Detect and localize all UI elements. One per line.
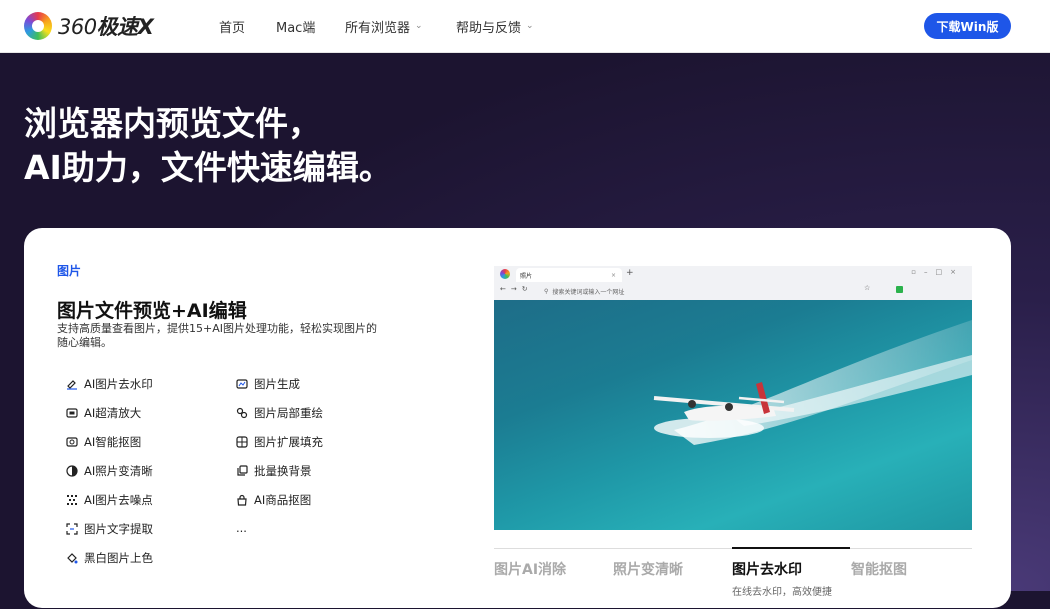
feature-label: AI照片变清晰: [84, 464, 153, 478]
nav-item-label: 所有浏览器: [345, 20, 411, 36]
expand-icon: [236, 436, 248, 448]
logo-text: 360极速X: [58, 11, 154, 41]
feature-label: 黑白图片上色: [84, 551, 153, 565]
nav-item-help-feedback[interactable]: 帮助与反馈 ⌄: [456, 0, 534, 52]
feature-label: AI智能抠图: [84, 435, 142, 449]
eraser-icon: [66, 378, 78, 390]
feature-item: AI商品抠图: [236, 492, 311, 508]
brand-logo[interactable]: 360极速X: [24, 11, 154, 41]
tab-photo-sharpen[interactable]: 照片变清晰: [613, 559, 683, 579]
feature-label: 图片生成: [254, 377, 300, 391]
preview-browser-chrome: 照片 × + ▫–□× ←→↻ ⚲ 搜索关键词或输入一个网址 ☆: [494, 266, 972, 301]
top-navigation-bar: 360极速X 首页 Mac端 所有浏览器 ⌄ 帮助与反馈 ⌄ 下载Win版: [0, 0, 1050, 52]
background-icon: [236, 465, 248, 477]
feature-label: 批量换背景: [254, 464, 312, 478]
seaplane-illustration: [653, 320, 972, 445]
download-win-button[interactable]: 下载Win版: [924, 13, 1011, 39]
star-icon: ☆: [864, 284, 871, 292]
tab-remove-watermark[interactable]: 图片去水印: [732, 559, 802, 579]
close-icon: ×: [610, 271, 616, 279]
preview-address-bar: ⚲ 搜索关键词或输入一个网址: [544, 285, 864, 297]
preview-tab-title: 照片: [520, 272, 533, 280]
image-gen-icon: [236, 378, 248, 390]
tab-ai-erase[interactable]: 图片AI消除: [494, 559, 566, 579]
logo-text-bold: 极速X: [96, 15, 154, 39]
bag-icon: [236, 494, 248, 506]
category-tag: 图片: [57, 264, 82, 278]
preview-logo-icon: [500, 269, 510, 279]
feature-label: 图片扩展填充: [254, 435, 323, 449]
nav-item-label: Mac端: [276, 20, 316, 36]
feature-item: 图片生成: [236, 376, 300, 392]
logo-ring-icon: [24, 12, 52, 40]
seaplane-photo: [494, 300, 972, 530]
feature-label: AI超清放大: [84, 406, 142, 420]
text-scan-icon: [66, 523, 78, 535]
noise-icon: [66, 494, 78, 506]
feature-item: AI超清放大: [66, 405, 141, 421]
feature-label: ...: [236, 521, 247, 535]
window-controls: ▫–□×: [911, 268, 964, 276]
browser-preview-image: 照片 × + ▫–□× ←→↻ ⚲ 搜索关键词或输入一个网址 ☆: [494, 266, 972, 530]
extension-icon: [896, 286, 903, 293]
card-title: 图片文件预览+AI编辑: [57, 300, 247, 322]
contrast-icon: [66, 465, 78, 477]
preview-address-placeholder: 搜索关键词或输入一个网址: [552, 288, 625, 296]
chevron-down-icon: ⌄: [415, 21, 423, 31]
feature-item: 黑白图片上色: [66, 550, 153, 566]
feature-tabs: 图片AI消除 照片变清晰 图片去水印 智能抠图 在线去水印，高效便捷: [494, 547, 972, 609]
feature-item: 批量换背景: [236, 463, 312, 479]
chevron-down-icon: ⌄: [526, 21, 534, 31]
nav-item-label: 帮助与反馈: [456, 20, 522, 36]
feature-card: 图片 图片文件预览+AI编辑 支持高质量查看图片，提供15+AI图片处理功能，轻…: [24, 228, 1011, 608]
card-description: 支持高质量查看图片，提供15+AI图片处理功能，轻松实现图片的随心编辑。: [57, 322, 377, 349]
hero-line-1: 浏览器内预览文件，: [24, 104, 321, 143]
feature-item: AI照片变清晰: [66, 463, 153, 479]
nav-item-all-browsers[interactable]: 所有浏览器 ⌄: [345, 0, 423, 52]
hero-heading: 浏览器内预览文件， AI助力，文件快速编辑。: [24, 102, 392, 190]
feature-item: AI图片去水印: [66, 376, 153, 392]
active-tab-indicator: [732, 547, 850, 549]
feature-label: 图片局部重绘: [254, 406, 323, 420]
new-tab-icon: +: [626, 268, 634, 278]
feature-item: AI图片去噪点: [66, 492, 153, 508]
preview-tab: 照片 ×: [516, 268, 622, 282]
nav-item-home[interactable]: 首页: [219, 0, 245, 52]
feature-item: 图片文字提取: [66, 521, 153, 537]
hd-icon: [66, 407, 78, 419]
feature-label: 图片文字提取: [84, 522, 153, 536]
paint-icon: [66, 552, 78, 564]
feature-item: 图片局部重绘: [236, 405, 323, 421]
nav-arrows-icon: ←→↻: [500, 285, 533, 293]
nav-item-label: 首页: [219, 20, 246, 36]
hero-line-2: AI助力，文件快速编辑。: [24, 148, 392, 187]
feature-item: AI智能抠图: [66, 434, 141, 450]
feature-label: AI图片去水印: [84, 377, 153, 391]
cutout-icon: [66, 436, 78, 448]
feature-item-more: ...: [236, 521, 247, 535]
feature-label: AI商品抠图: [254, 493, 312, 507]
feature-item: 图片扩展填充: [236, 434, 323, 450]
nav-item-mac[interactable]: Mac端: [276, 0, 315, 52]
search-icon: ⚲: [544, 287, 549, 295]
redraw-icon: [236, 407, 248, 419]
tab-smart-cutout[interactable]: 智能抠图: [851, 559, 907, 579]
feature-label: AI图片去噪点: [84, 493, 153, 507]
logo-text-light: 360: [58, 15, 97, 39]
